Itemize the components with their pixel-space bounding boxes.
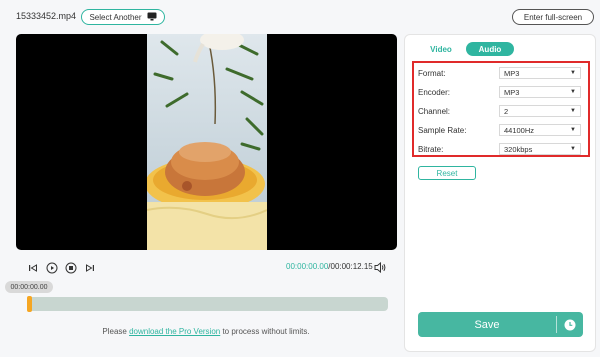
file-name: 15333452.mp4: [16, 11, 77, 21]
enter-full-screen-button[interactable]: Enter full-screen: [512, 9, 594, 25]
next-frame-icon[interactable]: [84, 262, 96, 274]
format-value: MP3: [504, 68, 520, 78]
monitor-icon: [147, 12, 157, 23]
format-select[interactable]: MP3 ▼: [499, 67, 581, 79]
playhead-time-bubble: 00:00:00.00: [5, 281, 53, 293]
notice-prefix: Please: [102, 327, 130, 336]
format-label: Format:: [418, 69, 446, 78]
chevron-down-icon: ▼: [570, 146, 576, 152]
bitrate-value: 320kbps: [504, 144, 533, 154]
sample-rate-value: 44100Hz: [504, 125, 535, 135]
channel-label: Channel:: [418, 107, 451, 116]
clock-icon[interactable]: [557, 319, 583, 331]
select-another-label: Select Another: [89, 12, 142, 22]
playhead-handle[interactable]: [27, 296, 32, 312]
tab-audio[interactable]: Audio: [466, 42, 514, 56]
chevron-down-icon: ▼: [570, 70, 576, 76]
save-label: Save: [474, 318, 500, 331]
select-another-button[interactable]: Select Another: [81, 9, 165, 25]
sample-rate-label: Sample Rate:: [418, 126, 467, 135]
prev-frame-icon[interactable]: [27, 262, 39, 274]
video-preview: [16, 34, 397, 250]
encoder-select[interactable]: MP3 ▼: [499, 86, 581, 98]
stop-icon[interactable]: [65, 262, 77, 274]
timecode: 00:00:00.00/00:00:12.15: [286, 262, 373, 271]
total-time: /00:00:12.15: [328, 262, 373, 271]
notice-suffix: to process without limits.: [220, 327, 310, 336]
bitrate-select[interactable]: 320kbps ▼: [499, 143, 581, 155]
channel-select[interactable]: 2 ▼: [499, 105, 581, 117]
bitrate-label: Bitrate:: [418, 145, 444, 154]
chevron-down-icon: ▼: [570, 108, 576, 114]
sample-rate-select[interactable]: 44100Hz ▼: [499, 124, 581, 136]
current-time: 00:00:00.00: [286, 262, 329, 271]
download-pro-link[interactable]: download the Pro Version: [129, 327, 220, 336]
channel-value: 2: [504, 106, 509, 116]
timeline-track[interactable]: [28, 297, 388, 311]
video-frame-image: [147, 34, 267, 250]
chevron-down-icon: ▼: [570, 89, 576, 95]
encoder-value: MP3: [504, 87, 520, 97]
pro-version-notice: Please download the Pro Version to proce…: [0, 327, 412, 336]
tab-video[interactable]: Video: [421, 42, 461, 56]
save-button[interactable]: Save: [418, 312, 583, 337]
chevron-down-icon: ▼: [570, 127, 576, 133]
encoder-label: Encoder:: [418, 88, 451, 97]
play-icon[interactable]: [46, 262, 58, 274]
volume-icon[interactable]: [374, 261, 386, 273]
reset-button[interactable]: Reset: [418, 166, 476, 180]
